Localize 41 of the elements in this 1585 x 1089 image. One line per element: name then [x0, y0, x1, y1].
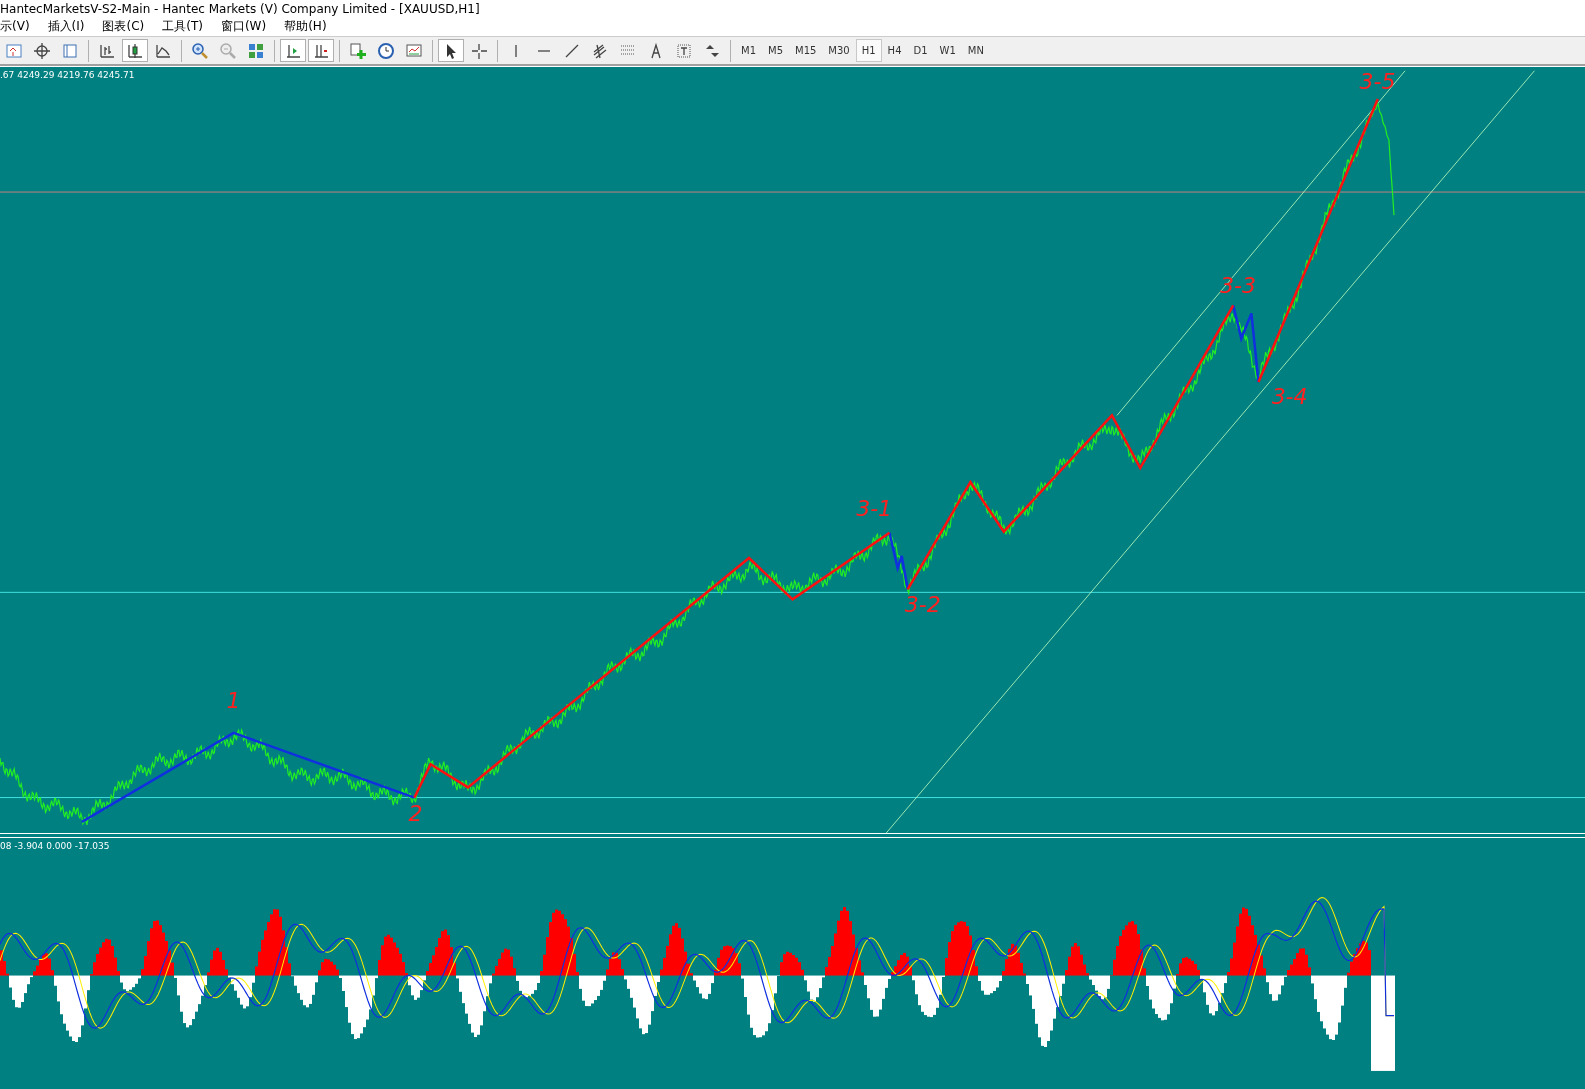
toolbar-button[interactable] — [438, 39, 464, 62]
timeframe-button[interactable]: M5 — [762, 39, 789, 62]
tile-windows-icon — [247, 41, 265, 60]
template-icon — [405, 41, 423, 60]
vertical-line-icon — [515, 43, 517, 58]
text-label-icon — [675, 41, 693, 60]
menu-item[interactable]: 窗口(W) — [211, 17, 276, 35]
wave-label: 3-3 — [1220, 273, 1256, 299]
timeframe-button[interactable]: D1 — [907, 39, 934, 62]
menu-item[interactable]: 图表(C) — [93, 17, 154, 35]
timeframe-button[interactable]: H4 — [881, 39, 908, 62]
crosshair-icon — [33, 41, 51, 60]
wave-label: 1 — [226, 687, 241, 713]
horizontal-line-icon — [537, 49, 551, 52]
timeframe-button[interactable]: W1 — [933, 39, 962, 62]
menu-item[interactable]: 示(V) — [0, 17, 39, 35]
toolbar-button[interactable] — [122, 39, 148, 62]
wave-label: 3-2 — [904, 591, 941, 617]
wave-label: 3-5 — [1359, 68, 1396, 94]
zoom-out-icon — [219, 41, 237, 60]
wave-label: 2 — [408, 800, 423, 826]
add-indicator-icon — [349, 41, 367, 60]
ohlc-values: .67 4249.29 4219.76 4245.71 — [0, 70, 135, 80]
panel-icon — [61, 41, 79, 60]
zoom-in-icon — [191, 41, 209, 60]
candlestick-icon — [126, 41, 144, 60]
timeframe-button[interactable]: M1 — [735, 39, 762, 62]
indicator-values: 08 -3.904 0.000 -17.035 — [0, 841, 110, 851]
menu-item[interactable]: 工具(T) — [153, 17, 212, 35]
timeframe-button[interactable]: M30 — [822, 39, 856, 62]
timeframe-button[interactable]: MN — [961, 39, 990, 62]
menu-item[interactable]: 插入(I) — [38, 17, 94, 35]
clock-icon — [377, 41, 395, 60]
timeframe-button[interactable]: M15 — [789, 39, 823, 62]
chart-window-icon — [5, 41, 23, 60]
timeframe-button[interactable]: H1 — [855, 39, 882, 62]
crosshair-icon — [470, 41, 488, 60]
wave-label: 3-1 — [856, 495, 893, 521]
wave-label: 3-4 — [1271, 384, 1308, 410]
menu-item[interactable]: 帮助(H) — [275, 17, 336, 35]
window-title: HantecMarketsV-S2-Main - Hantec Markets (V) Company Limited - [XAUUSD,H1] — [0, 2, 480, 16]
